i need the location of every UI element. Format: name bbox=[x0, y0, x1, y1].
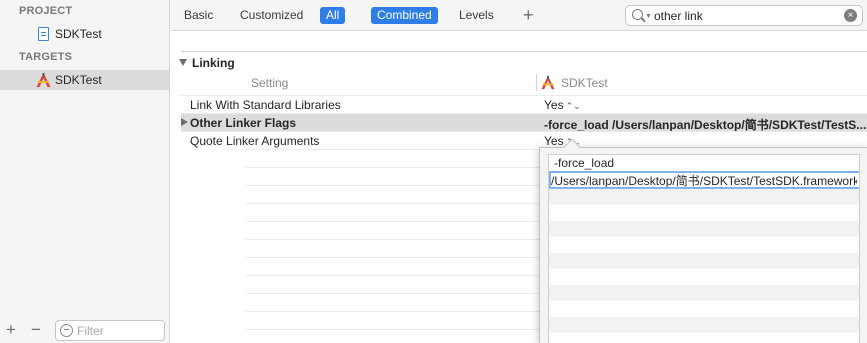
clear-search-icon[interactable]: × bbox=[844, 9, 857, 22]
setting-value[interactable]: Yes⌃⌄ bbox=[544, 98, 581, 112]
grid-line bbox=[246, 311, 541, 312]
target-item-sdktest[interactable]: SDKTest bbox=[0, 70, 169, 90]
chevron-down-icon[interactable]: ▼ bbox=[645, 13, 652, 20]
project-item-label: SDKTest bbox=[55, 27, 102, 41]
basic-filter-button[interactable]: Basic bbox=[178, 7, 219, 24]
list-item[interactable] bbox=[549, 253, 859, 269]
setting-name: Other Linker Flags bbox=[190, 116, 297, 130]
list-item[interactable] bbox=[549, 269, 859, 285]
grid-line bbox=[246, 185, 541, 186]
value-text: Yes bbox=[544, 98, 564, 112]
linking-section-header[interactable]: Linking bbox=[179, 56, 235, 70]
setting-row-other-linker-flags[interactable]: Other Linker Flags -force_load /Users/la… bbox=[181, 113, 867, 132]
section-title: Linking bbox=[192, 56, 235, 70]
project-navigator: PROJECT SDKTest TARGETS SDKTest + − bbox=[0, 0, 170, 343]
search-field[interactable]: ▼ × bbox=[625, 5, 863, 26]
grid-line bbox=[246, 257, 541, 258]
disclosure-triangle-icon[interactable] bbox=[181, 118, 188, 126]
filter-icon bbox=[60, 324, 73, 337]
list-item[interactable]: -force_load bbox=[549, 155, 859, 171]
targets-header: TARGETS bbox=[19, 51, 73, 63]
customized-filter-button[interactable]: Customized bbox=[234, 7, 309, 24]
list-item[interactable] bbox=[549, 317, 859, 333]
add-build-setting-button[interactable]: + bbox=[523, 5, 534, 25]
search-input[interactable] bbox=[654, 8, 834, 23]
grid-line bbox=[246, 149, 541, 150]
app-target-icon bbox=[541, 75, 555, 90]
list-item[interactable] bbox=[549, 237, 859, 253]
setting-name: Quote Linker Arguments bbox=[190, 134, 320, 148]
setting-row-link-standard-libraries[interactable]: Link With Standard Libraries Yes ⌃⌄ bbox=[181, 95, 867, 113]
filter-input[interactable] bbox=[77, 323, 161, 338]
grid-line bbox=[246, 275, 541, 276]
project-item-sdktest[interactable]: SDKTest bbox=[0, 24, 169, 44]
project-header: PROJECT bbox=[19, 5, 73, 17]
disclosure-triangle-icon[interactable] bbox=[179, 59, 187, 66]
list-item-text: -force_load bbox=[554, 156, 615, 170]
setting-name: Link With Standard Libraries bbox=[190, 98, 341, 112]
list-item[interactable] bbox=[549, 301, 859, 317]
sidebar-bottom-bar: + − bbox=[0, 318, 169, 343]
column-divider bbox=[536, 74, 537, 91]
remove-target-button[interactable]: − bbox=[31, 321, 41, 339]
combined-view-button[interactable]: Combined bbox=[371, 7, 438, 24]
setting-column-header: Setting bbox=[251, 76, 289, 90]
list-item[interactable] bbox=[549, 333, 859, 343]
grid-line bbox=[246, 293, 541, 294]
search-icon bbox=[632, 9, 643, 20]
list-item[interactable] bbox=[549, 205, 859, 221]
divider bbox=[181, 51, 867, 52]
list-item[interactable] bbox=[549, 221, 859, 237]
grid-line bbox=[246, 221, 541, 222]
linker-flags-list: -force_load bbox=[548, 154, 860, 343]
build-settings-toolbar: Basic Customized All Combined Levels + ▼… bbox=[171, 0, 867, 31]
app-target-icon bbox=[36, 73, 51, 87]
project-document-icon bbox=[38, 27, 49, 41]
grid-line bbox=[246, 203, 541, 204]
linker-flags-popover: -force_load bbox=[539, 138, 867, 343]
grid-line bbox=[246, 167, 541, 168]
levels-view-button[interactable]: Levels bbox=[453, 7, 500, 24]
filter-field[interactable] bbox=[55, 320, 165, 341]
value-text: Yes bbox=[544, 134, 564, 148]
linker-flag-input[interactable] bbox=[551, 173, 859, 187]
add-target-button[interactable]: + bbox=[6, 321, 16, 339]
grid-line bbox=[246, 329, 541, 330]
target-column-header: SDKTest bbox=[561, 76, 608, 90]
stepper-icon[interactable]: ⌃⌄ bbox=[566, 101, 581, 111]
grid-line bbox=[246, 239, 541, 240]
list-item[interactable] bbox=[549, 189, 859, 205]
target-item-label: SDKTest bbox=[55, 73, 102, 87]
all-filter-button[interactable]: All bbox=[320, 7, 346, 24]
list-item[interactable] bbox=[549, 285, 859, 301]
list-item-edit-field[interactable] bbox=[549, 171, 859, 189]
